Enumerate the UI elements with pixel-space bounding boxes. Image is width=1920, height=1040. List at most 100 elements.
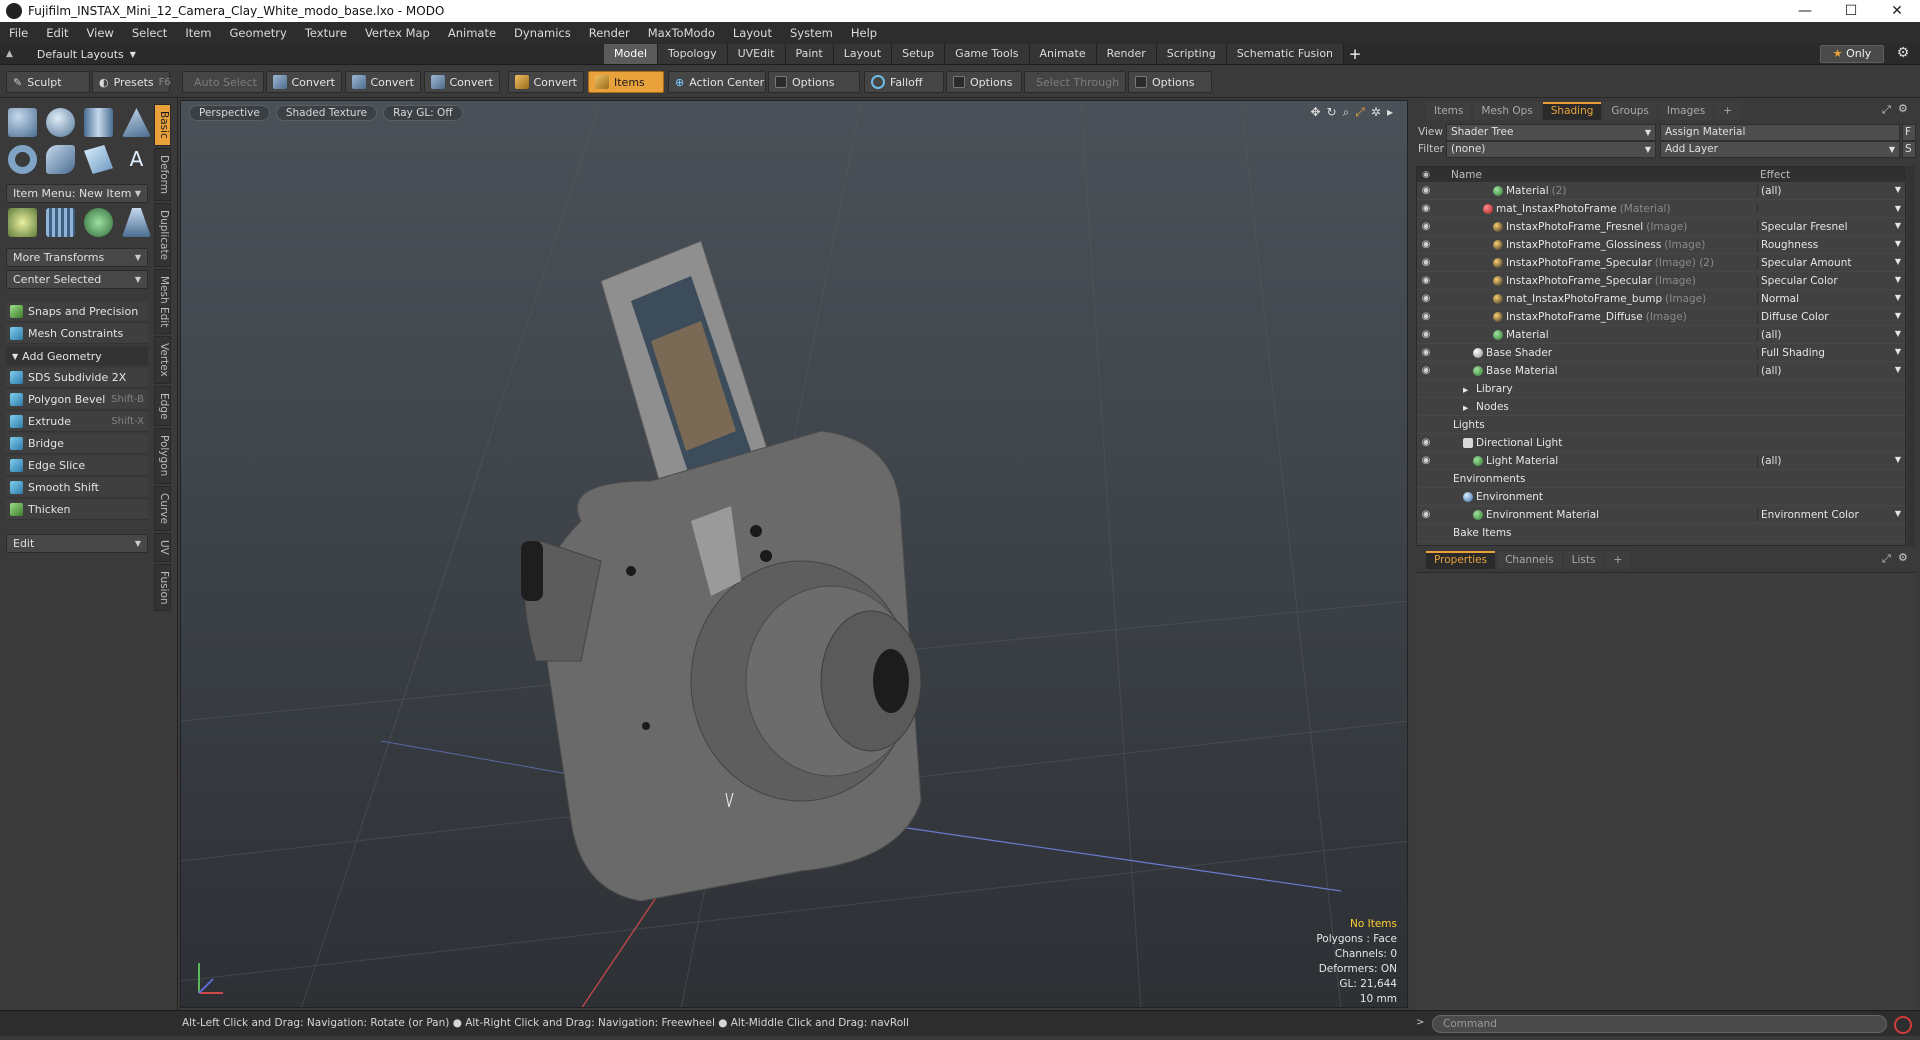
menu-select[interactable]: Select	[123, 26, 176, 40]
scale-icon[interactable]	[122, 208, 151, 237]
mesh-constraints-button[interactable]: Mesh Constraints	[6, 324, 148, 344]
visibility-eye-icon[interactable]: ◉	[1417, 365, 1435, 376]
only-toggle[interactable]: ★ Only	[1820, 45, 1884, 63]
pan-icon[interactable]: ✥	[1310, 105, 1320, 120]
tree-row[interactable]: Bake Items	[1417, 524, 1905, 542]
tree-row-effect[interactable]: Diffuse Color ▼	[1757, 310, 1905, 323]
more-transforms-dropdown[interactable]: More Transforms ▼	[6, 248, 148, 267]
s-button[interactable]: S	[1902, 141, 1916, 158]
gear-icon[interactable]: ⚙	[1893, 45, 1913, 63]
settings-icon[interactable]: ✲	[1371, 105, 1381, 120]
tab-properties[interactable]: Properties	[1426, 551, 1496, 569]
menu-system[interactable]: System	[781, 26, 842, 40]
command-history-icon[interactable]	[1894, 1016, 1912, 1034]
tab-paint[interactable]: Paint	[785, 44, 834, 64]
tree-row[interactable]: ◉ InstaxPhotoFrame_Glossiness (Image) Rough…	[1417, 236, 1905, 254]
vtab-mesh-edit[interactable]: Mesh Edit	[154, 268, 171, 335]
tree-row[interactable]: ▸ Nodes	[1417, 398, 1905, 416]
tree-row-effect[interactable]: Specular Amount ▼	[1757, 256, 1905, 269]
shaded-texture-button[interactable]: Shaded Texture	[275, 105, 378, 121]
convert-button-3[interactable]: Convert	[424, 71, 500, 93]
auto-select-button[interactable]: Auto Select	[182, 71, 264, 93]
close-button[interactable]: ✕	[1874, 3, 1920, 19]
cube-icon[interactable]	[8, 108, 37, 137]
vtab-deform[interactable]: Deform	[154, 147, 171, 201]
tab-groups[interactable]: Groups	[1603, 102, 1657, 120]
assign-material-button[interactable]: Assign Material	[1660, 124, 1900, 141]
menu-geometry[interactable]: Geometry	[221, 26, 296, 40]
tree-row[interactable]: Environment	[1417, 488, 1905, 506]
tree-row-effect[interactable]: (all) ▼	[1757, 364, 1905, 377]
visibility-eye-icon[interactable]: ◉	[1417, 329, 1435, 340]
tree-row[interactable]: ◉ InstaxPhotoFrame_Fresnel (Image) Specular…	[1417, 218, 1905, 236]
vtab-edge[interactable]: Edge	[154, 385, 171, 427]
gear-icon[interactable]: ⚙	[1898, 551, 1908, 564]
sculpt-button[interactable]: ✎ Sculpt	[6, 71, 90, 93]
tab-items[interactable]: Items	[1426, 102, 1472, 120]
view-dropdown[interactable]: Shader Tree ▼	[1446, 124, 1656, 141]
tab-scripting[interactable]: Scripting	[1156, 44, 1227, 64]
fit-icon[interactable]: ⤢	[1355, 105, 1365, 120]
action-center-button[interactable]: ⊕ Action Center	[668, 71, 766, 93]
vtab-polygon[interactable]: Polygon	[154, 428, 171, 484]
tab-layout[interactable]: Layout	[833, 44, 893, 64]
globe-icon[interactable]	[84, 208, 113, 237]
menu-animate[interactable]: Animate	[439, 26, 505, 40]
tool-extrude[interactable]: Extrude Shift-X	[6, 412, 148, 432]
tab-images[interactable]: Images	[1658, 102, 1714, 120]
presets-button[interactable]: ◐ Presets F6	[92, 71, 171, 93]
convert-button-2[interactable]: Convert	[345, 71, 421, 93]
tool-edge-slice[interactable]: Edge Slice	[6, 456, 148, 476]
tree-scrollbar[interactable]	[1907, 166, 1915, 546]
items-mode-button[interactable]: Items	[588, 71, 664, 93]
gear-icon[interactable]: ⚙	[1898, 102, 1908, 115]
perspective-button[interactable]: Perspective	[189, 105, 270, 121]
options-button-1[interactable]: Options	[768, 71, 860, 93]
tree-row-effect[interactable]: Roughness ▼	[1757, 238, 1905, 251]
command-expand-icon[interactable]: >	[1416, 1017, 1424, 1028]
visibility-eye-icon[interactable]: ◉	[1417, 257, 1435, 268]
tree-row[interactable]: ◉ Directional Light	[1417, 434, 1905, 452]
tree-row-effect[interactable]: Environment Color ▼	[1757, 508, 1905, 521]
tool-thicken[interactable]: Thicken	[6, 500, 148, 520]
visibility-eye-icon[interactable]: ◉	[1417, 221, 1435, 232]
visibility-eye-icon[interactable]: ◉	[1417, 293, 1435, 304]
options-button-3[interactable]: Options	[1128, 71, 1212, 93]
tree-row-effect[interactable]: Specular Fresnel ▼	[1757, 220, 1905, 233]
maximize-button[interactable]: ☐	[1828, 3, 1874, 19]
tree-row[interactable]: ◉ Environment Material Environment Color ▼	[1417, 506, 1905, 524]
tree-row[interactable]: Environments	[1417, 470, 1905, 488]
tree-row-effect[interactable]: Full Shading ▼	[1757, 346, 1905, 359]
tree-row[interactable]: ◉ mat_InstaxPhotoFrame (Material) ▼	[1417, 200, 1905, 218]
visibility-eye-icon[interactable]: ◉	[1417, 311, 1435, 322]
tree-row[interactable]: Lights	[1417, 416, 1905, 434]
visibility-eye-icon[interactable]: ◉	[1417, 437, 1435, 448]
menu-edit[interactable]: Edit	[37, 26, 77, 40]
menu-dynamics[interactable]: Dynamics	[505, 26, 580, 40]
add-geometry-section[interactable]: ▼ Add Geometry	[6, 346, 148, 366]
tree-row[interactable]: ◉ Base Shader Full Shading ▼	[1417, 344, 1905, 362]
tree-row-effect[interactable]: (all) ▼	[1757, 328, 1905, 341]
minimize-button[interactable]: —	[1782, 3, 1828, 19]
rotate-icon[interactable]: ↻	[1327, 105, 1337, 120]
tree-row[interactable]: ◉ Material (all) ▼	[1417, 326, 1905, 344]
visibility-eye-icon[interactable]: ◉	[1417, 509, 1435, 520]
tube-icon[interactable]	[46, 145, 75, 174]
visibility-eye-icon[interactable]: ◉	[1417, 185, 1435, 196]
tool-bridge[interactable]: Bridge	[6, 434, 148, 454]
convert-button-4[interactable]: Convert	[508, 71, 584, 93]
tab-channels[interactable]: Channels	[1497, 551, 1562, 569]
tree-row-effect[interactable]: (all) ▼	[1757, 184, 1905, 197]
add-tab-button[interactable]: +	[1715, 102, 1741, 120]
name-column-header[interactable]: Name	[1435, 169, 1757, 181]
menu-view[interactable]: View	[78, 26, 123, 40]
tree-row[interactable]: ◉ Light Material (all) ▼	[1417, 452, 1905, 470]
convert-button-1[interactable]: Convert	[266, 71, 342, 93]
vtab-duplicate[interactable]: Duplicate	[154, 202, 171, 267]
visibility-eye-icon[interactable]: ◉	[1417, 347, 1435, 358]
tab-shading[interactable]: Shading	[1542, 102, 1602, 120]
options-button-2[interactable]: Options	[946, 71, 1022, 93]
move-icon[interactable]	[8, 208, 37, 237]
tool-smooth-shift[interactable]: Smooth Shift	[6, 478, 148, 498]
add-tab-button[interactable]: +	[1344, 44, 1366, 64]
